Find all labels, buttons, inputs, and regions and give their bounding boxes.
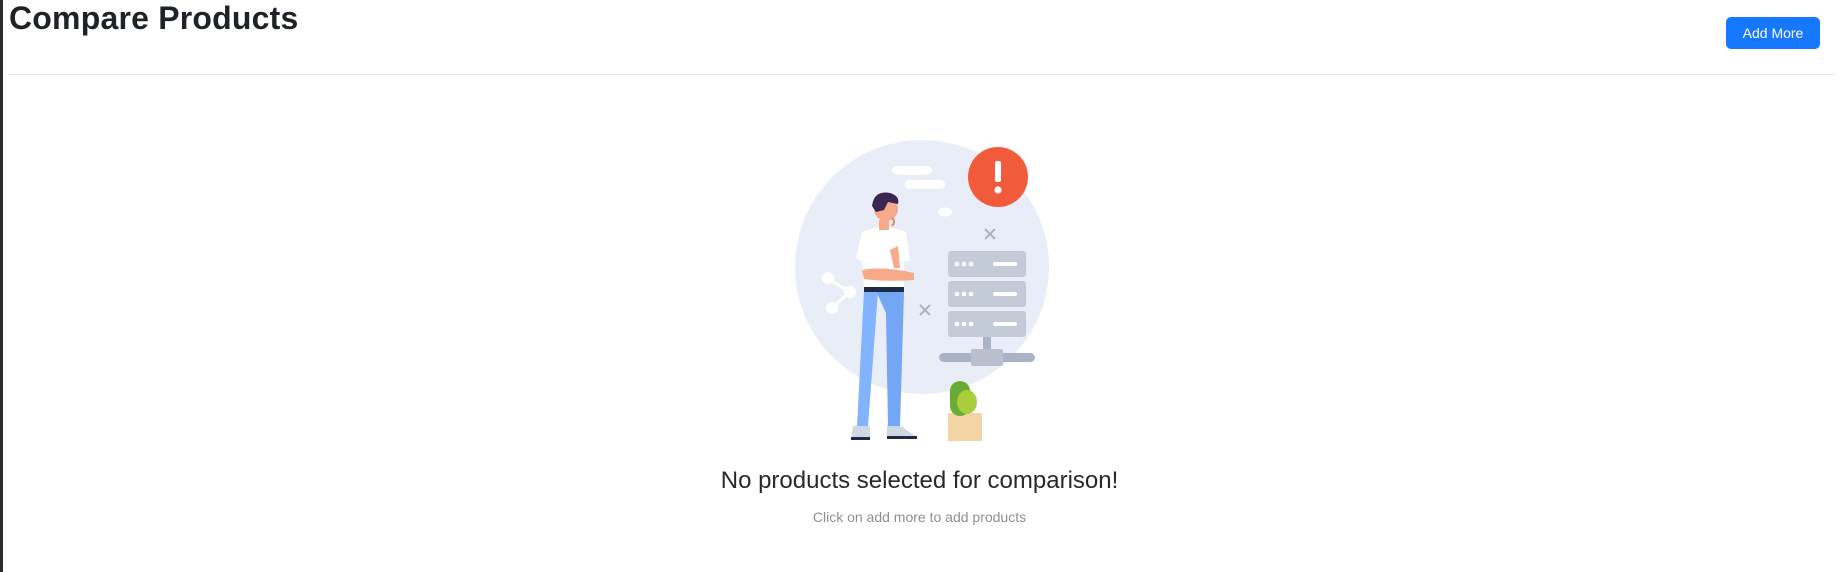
exclamation-icon — [968, 147, 1028, 207]
empty-state-subtitle: Click on add more to add products — [812, 509, 1027, 525]
empty-state-title: No products selected for comparison! — [720, 467, 1119, 494]
page-header: Compare Products Add More — [8, 0, 1834, 75]
add-more-button[interactable]: Add More — [1726, 17, 1820, 49]
empty-state-illustration-icon — [790, 140, 1060, 445]
page-title: Compare Products — [9, 0, 299, 36]
